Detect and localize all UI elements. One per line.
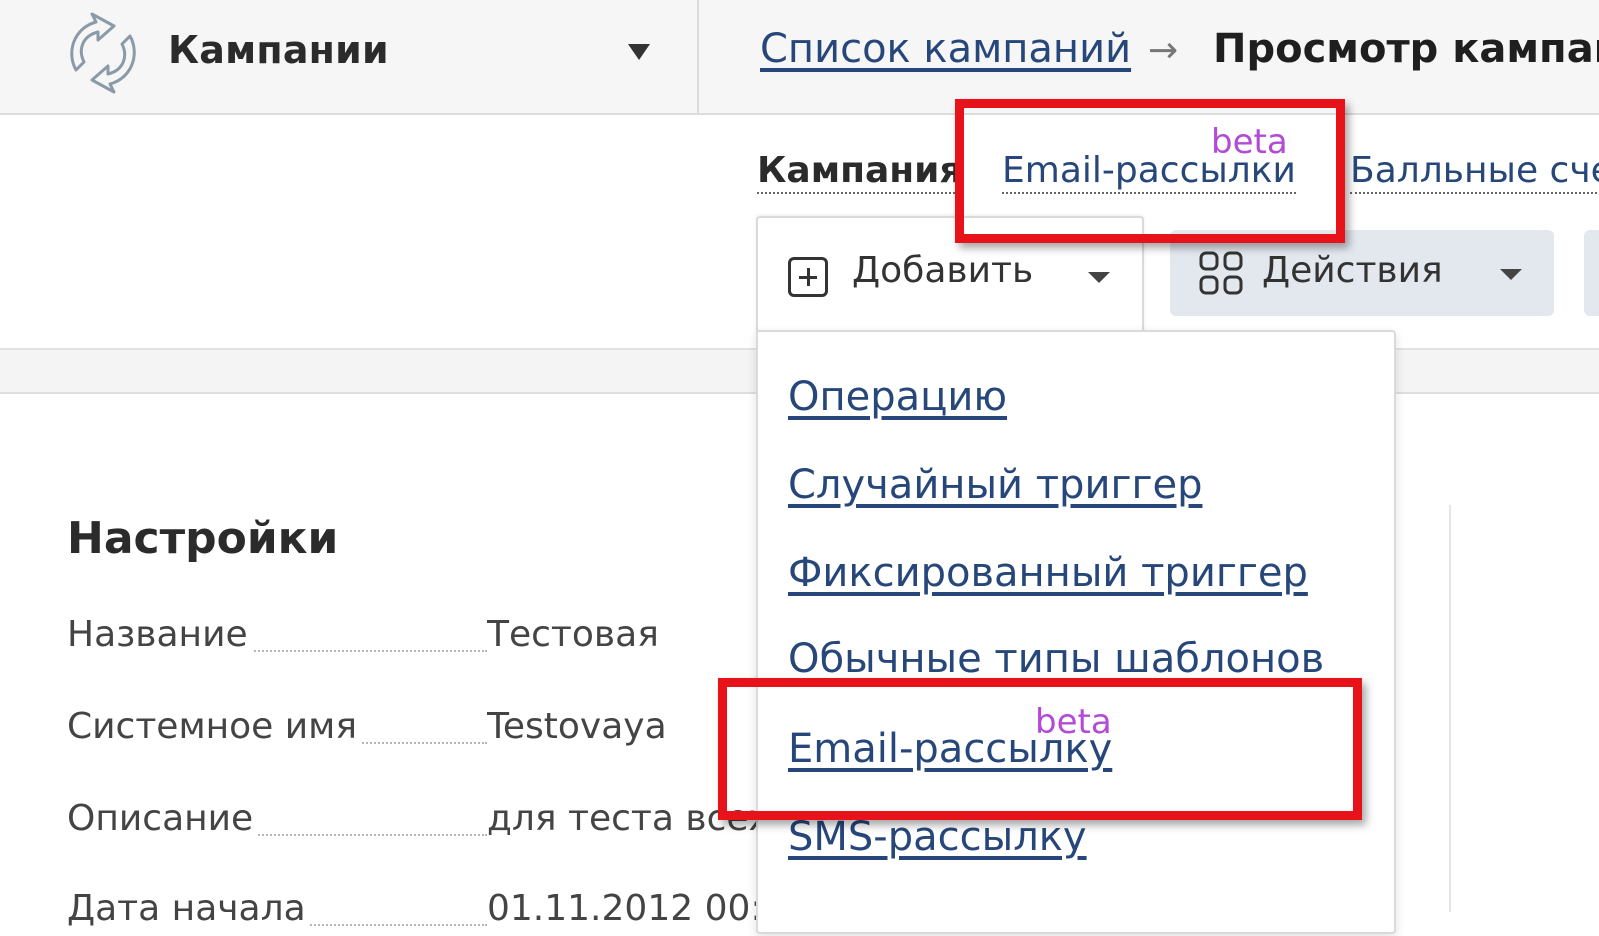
highlight-frame (718, 678, 1362, 820)
menu-item-sms-campaign[interactable]: SMS-рассылку (788, 814, 1087, 860)
plus-square-icon (788, 257, 828, 297)
tab-point-accounts[interactable]: Балльные сче (1350, 150, 1599, 194)
top-bar: Кампании Список кампаний → Просмотр камп… (0, 0, 1599, 115)
row-value: для теста всех (487, 798, 757, 839)
row-value: Testovaya (487, 706, 667, 747)
settings-row: Название Тестовая (67, 614, 757, 662)
settings-row: Дата начала 01.11.2012 00:00 (67, 888, 757, 936)
add-button-label: Добавить (852, 250, 1034, 291)
toolbar-button[interactable] (1584, 230, 1599, 316)
menu-item-template-types[interactable]: Обычные типы шаблонов (788, 636, 1324, 682)
divider (697, 0, 699, 113)
column-divider (1449, 505, 1451, 912)
breadcrumb-campaign-list-link[interactable]: Список кампаний (760, 26, 1131, 72)
menu-item-fixed-trigger[interactable]: Фиксированный триггер (788, 550, 1308, 596)
row-label-text: Дата начала (67, 888, 310, 929)
settings-row: Описание для теста всех (67, 798, 757, 846)
campaign-logo-icon (70, 12, 136, 94)
row-label-text: Название (67, 614, 252, 655)
add-dropdown-menu: Операцию Случайный триггер Фиксированный… (756, 330, 1396, 934)
row-label-text: Описание (67, 798, 258, 839)
tab-campaign[interactable]: Кампания (757, 150, 963, 194)
chevron-down-icon (1500, 269, 1522, 280)
row-label-text: Системное имя (67, 706, 361, 747)
row-value: Тестовая (487, 614, 659, 655)
row-label: Системное имя (67, 706, 487, 747)
row-label: Дата начала (67, 888, 487, 929)
row-value: 01.11.2012 00:00 (487, 888, 757, 929)
chevron-down-icon (1088, 272, 1110, 283)
menu-item-random-trigger[interactable]: Случайный триггер (788, 462, 1202, 508)
breadcrumb-arrow-icon: → (1148, 30, 1179, 71)
row-label: Название (67, 614, 487, 655)
actions-button-label: Действия (1262, 250, 1443, 291)
page-title: Просмотр кампани (1213, 26, 1599, 72)
settings-title: Настройки (67, 513, 339, 564)
menu-item-operation[interactable]: Операцию (788, 374, 1007, 420)
grid-four-icon (1199, 251, 1243, 295)
row-label: Описание (67, 798, 487, 839)
section-title[interactable]: Кампании (168, 28, 389, 72)
chevron-down-icon[interactable] (628, 44, 650, 60)
highlight-frame (955, 99, 1345, 243)
settings-row: Системное имя Testovaya (67, 706, 757, 754)
